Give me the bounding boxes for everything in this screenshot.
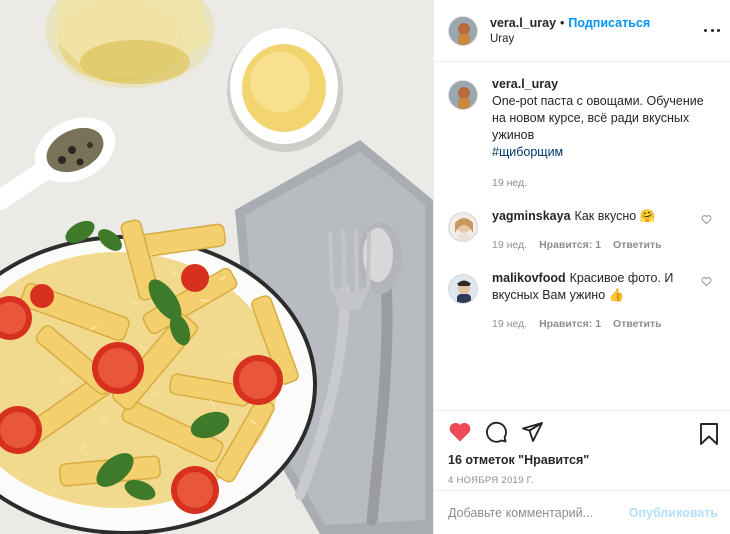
post-date[interactable]: 4 НОЯБРЯ 2019 Г.	[448, 475, 716, 486]
comment-body: yagminskaya Как вкусно 🤗 19 нед. Нравится…	[492, 208, 704, 254]
reply-button[interactable]: Ответить	[613, 316, 662, 333]
comment-time[interactable]: 19 нед.	[492, 316, 527, 333]
location-link[interactable]: Uray	[490, 31, 650, 47]
comment-text: Как вкусно 🤗	[574, 209, 656, 223]
reply-button[interactable]: Ответить	[613, 237, 662, 254]
comment-body: malikovfood Красивое фото. И вкусных Вам …	[492, 270, 704, 333]
header-top-row: vera.l_uray • Подписаться	[490, 15, 650, 31]
likes-count[interactable]: 16 отметок "Нравится"	[448, 453, 716, 467]
comment-avatar[interactable]	[448, 212, 478, 242]
caption-hashtag[interactable]: #щиборщим	[492, 144, 704, 161]
instagram-post: vera.l_uray • Подписаться Uray vera.l_ur…	[0, 0, 730, 534]
bookmark-icon[interactable]	[698, 422, 720, 446]
comment-likes[interactable]: Нравится: 1	[539, 237, 601, 254]
comments-section: vera.l_uray One-pot паста с овощами. Обу…	[434, 62, 730, 410]
caption-time[interactable]: 19 нед.	[492, 175, 527, 192]
heart-outline-icon[interactable]	[701, 214, 712, 225]
publish-button[interactable]: Опубликовать	[629, 506, 718, 520]
follow-button[interactable]: Подписаться	[568, 15, 650, 31]
heart-filled-icon[interactable]	[448, 420, 472, 444]
comment-time[interactable]: 19 нед.	[492, 237, 527, 254]
caption-avatar[interactable]	[448, 80, 478, 110]
comment-icon[interactable]	[484, 420, 508, 444]
comment-item: yagminskaya Как вкусно 🤗 19 нед. Нравится…	[448, 208, 716, 254]
more-horizontal-icon[interactable]	[704, 22, 720, 38]
comment-input[interactable]	[448, 505, 629, 520]
caption-body: vera.l_uray One-pot паста с овощами. Обу…	[492, 76, 704, 192]
action-icons-row	[448, 419, 718, 445]
header-text: vera.l_uray • Подписаться Uray	[490, 15, 650, 47]
comment-username[interactable]: malikovfood	[492, 271, 566, 285]
post-side-panel: vera.l_uray • Подписаться Uray vera.l_ur…	[433, 0, 730, 534]
author-avatar[interactable]	[448, 15, 478, 46]
comment-avatar[interactable]	[448, 274, 478, 304]
share-icon[interactable]	[520, 420, 544, 444]
caption-text: One-pot паста с овощами. Обучение на нов…	[492, 94, 704, 142]
comment-username[interactable]: yagminskaya	[492, 209, 571, 223]
post-photo[interactable]	[0, 0, 433, 534]
caption-username[interactable]: vera.l_uray	[492, 77, 558, 91]
separator-dot: •	[560, 15, 565, 30]
add-comment-bar: Опубликовать	[434, 490, 730, 534]
post-header: vera.l_uray • Подписаться Uray	[434, 0, 730, 62]
comment-item: malikovfood Красивое фото. И вкусных Вам …	[448, 270, 716, 333]
comment-meta: 19 нед. Нравится: 1 Ответить	[492, 237, 704, 254]
caption-meta: 19 нед.	[492, 175, 704, 192]
heart-outline-icon[interactable]	[701, 276, 712, 287]
comment-likes[interactable]: Нравится: 1	[539, 316, 601, 333]
comment-meta: 19 нед. Нравится: 1 Ответить	[492, 316, 704, 333]
pasta-photo-illustration	[0, 0, 433, 534]
caption: vera.l_uray One-pot паста с овощами. Обу…	[448, 76, 716, 192]
author-username[interactable]: vera.l_uray	[490, 15, 556, 31]
